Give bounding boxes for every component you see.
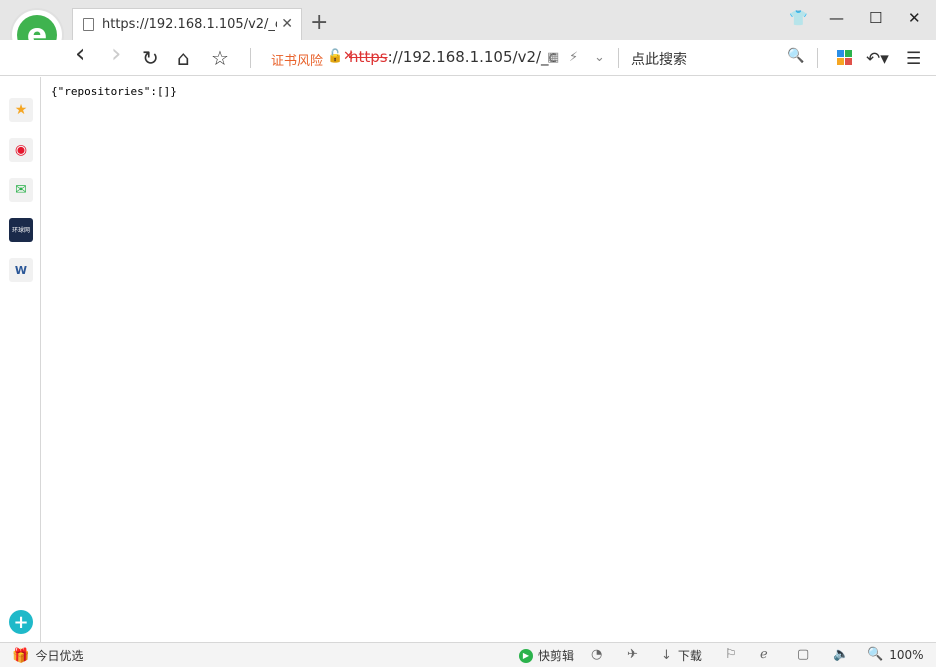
back-button[interactable]: ‹ (75, 41, 85, 67)
rocket-icon[interactable]: ✈ (627, 647, 638, 662)
sidebar-item-news[interactable]: 环球网 (9, 218, 33, 242)
sidebar-item-favorites[interactable]: ★ (9, 98, 33, 122)
search-divider (817, 48, 818, 68)
favorite-star-button[interactable]: ☆ (211, 46, 229, 70)
minimize-button[interactable]: — (829, 9, 844, 27)
weibo-icon: ◉ (14, 142, 28, 158)
toolbar: ‹ › ↻ ⌂ ☆ 证书风险 🔓✕ https://192.168.1.105/… (0, 40, 936, 76)
daily-picks-button[interactable]: 🎁 今日优选 (12, 647, 83, 664)
url-rest: ://192.168.1.105/v2/_c (387, 48, 557, 66)
star-icon: ★ (14, 102, 28, 118)
sidebar-add-button[interactable]: + (9, 610, 33, 634)
zoom-icon: 🔍 (867, 647, 884, 662)
download-label: 下载 (677, 649, 702, 663)
new-tab-button[interactable]: + (310, 12, 328, 34)
skin-icon[interactable]: 👕 (789, 9, 808, 27)
daily-picks-label: 今日优选 (35, 649, 84, 663)
download-button[interactable]: ↓ 下载 (661, 647, 702, 664)
status-bar: 🎁 今日优选 ▶ 快剪辑 ◔ ✈ ↓ 下载 ⚐ ℯ ▢ 🔈 🔍 100% (0, 642, 936, 667)
cert-warning[interactable]: 证书风险 (271, 50, 323, 69)
zoom-control[interactable]: 🔍 100% (867, 647, 924, 662)
page-icon (83, 18, 94, 31)
sidebar-item-mail[interactable]: ✉ (9, 178, 33, 202)
address-bar[interactable]: https://192.168.1.105/v2/_c (349, 48, 557, 66)
qr-code-icon[interactable]: ▦ (547, 50, 559, 65)
sidebar-item-weibo[interactable]: ◉ (9, 138, 33, 162)
chevron-down-icon[interactable]: ⌄ (594, 50, 605, 65)
quick-clip-label: 快剪辑 (538, 649, 575, 663)
close-window-button[interactable]: ✕ (908, 9, 921, 27)
menu-button[interactable]: ☰ (906, 47, 921, 71)
tab-title: https://192.168.1.105/v2/_catalog (102, 17, 277, 32)
plus-icon: + (13, 611, 29, 633)
zoom-level: 100% (889, 647, 924, 662)
window-icon[interactable]: ▢ (797, 647, 809, 662)
speed-mode-icon[interactable]: ⚡ (569, 50, 578, 65)
undo-close-tab-button[interactable]: ↶▾ (866, 47, 889, 71)
volume-icon[interactable]: 🔈 (833, 647, 849, 662)
word-doc-icon: W (14, 263, 28, 277)
ie-mode-icon[interactable]: ℯ (760, 647, 768, 662)
sidebar: ★ ◉ ✉ 环球网 W + (0, 77, 41, 642)
quick-clip-button[interactable]: ▶ 快剪辑 (519, 647, 574, 664)
speedup-icon[interactable]: ◔ (591, 647, 602, 662)
news-icon: 环球网 (11, 226, 30, 234)
play-icon: ▶ (519, 648, 533, 663)
home-button[interactable]: ⌂ (177, 46, 190, 70)
toolbar-divider (250, 48, 251, 68)
mail-icon: ✉ (15, 182, 27, 198)
json-response: {"repositories":[]} (51, 85, 177, 98)
search-input[interactable]: 点此搜索 (631, 49, 687, 69)
apps-grid-icon[interactable] (837, 50, 852, 65)
gift-icon: 🎁 (12, 647, 30, 664)
tab-close-icon[interactable]: ✕ (281, 16, 293, 32)
sidebar-item-word[interactable]: W (9, 258, 33, 282)
search-icon[interactable]: 🔍 (787, 48, 804, 64)
title-bar: https://192.168.1.105/v2/_catalog ✕ + 👕 … (0, 0, 936, 40)
browser-tab[interactable]: https://192.168.1.105/v2/_catalog ✕ (72, 8, 302, 40)
maximize-button[interactable]: ☐ (869, 9, 882, 27)
forward-button[interactable]: › (111, 41, 121, 67)
url-scheme: https (349, 48, 388, 66)
address-divider (618, 48, 619, 68)
page-content: {"repositories":[]} (42, 77, 936, 642)
flag-icon[interactable]: ⚐ (725, 647, 737, 662)
reload-button[interactable]: ↻ (142, 46, 159, 70)
download-icon: ↓ (661, 648, 672, 663)
